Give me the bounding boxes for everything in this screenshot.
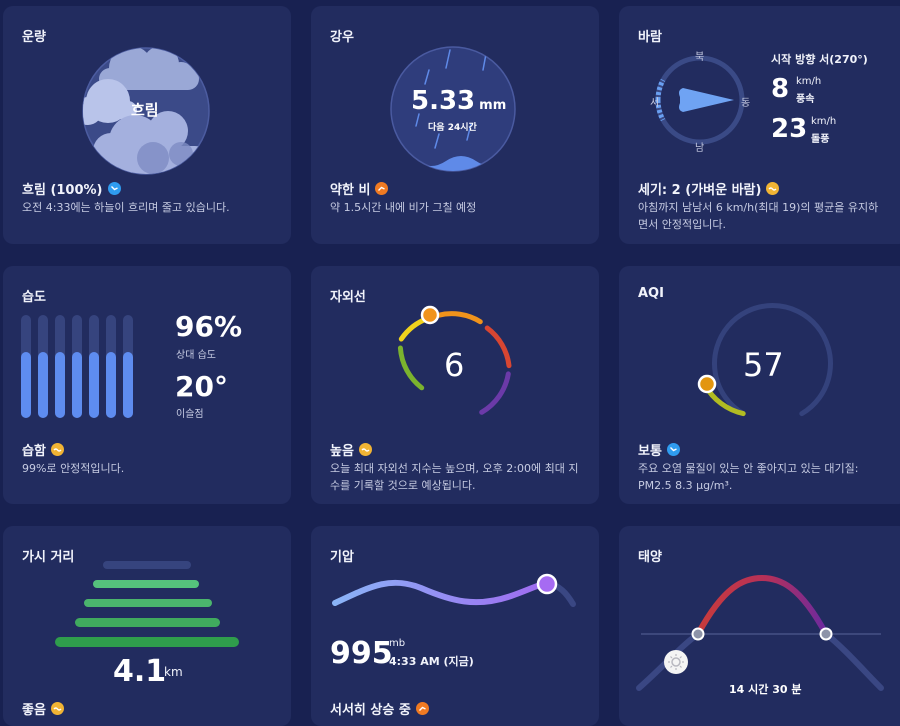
compass-west: 서	[650, 98, 660, 109]
compass-east: 동	[741, 98, 751, 109]
visibility-unit: km	[164, 665, 183, 679]
daylight-duration: 14 시간 30 분	[729, 683, 802, 696]
trend-down-icon	[666, 443, 680, 456]
rain-description: 약 1.5시간 내에 비가 그칠 예정	[330, 201, 477, 214]
sun-icon	[664, 650, 688, 674]
humidity-description: 99%로 안정적입니다.	[22, 462, 125, 475]
pressure-card[interactable]: 기압 995 mb 4:33 AM (지금) 서서히 상승 중	[311, 526, 599, 726]
visibility-bars	[55, 561, 239, 647]
trend-flat-icon	[358, 443, 372, 456]
uv-status-text: 높음	[330, 444, 354, 459]
uv-status: 높음	[330, 440, 372, 459]
wind-gust-value: 23	[771, 114, 808, 144]
dew-point-value: 20°	[175, 370, 228, 403]
wind-speed-label: 풍속	[796, 94, 815, 105]
pressure-value: 995	[330, 636, 393, 671]
rain-amount-value: 5.33	[411, 86, 476, 116]
pressure-status: 서서히 상승 중	[330, 699, 429, 718]
pressure-curve	[332, 573, 576, 607]
wind-speed-value: 8	[771, 74, 790, 104]
visibility-value: 4.1	[113, 654, 167, 689]
wind-speed-unit: km/h	[796, 76, 822, 87]
trend-flat-icon	[50, 702, 64, 715]
aqi-description: 주요 오염 물질이 있는 안 좋아지고 있는 대기질: PM2.5 8.3 µg…	[638, 462, 859, 492]
uv-description: 오늘 최대 자외선 지수는 높으며, 오후 2:00에 최대 지수를 기록할 것…	[330, 462, 579, 492]
rain-period: 다음 24시간	[428, 123, 477, 133]
visibility-status: 좋음	[22, 699, 64, 718]
visibility-card[interactable]: 가시 거리 4.1 km 좋음	[3, 526, 291, 726]
trend-flat-icon	[50, 443, 64, 456]
humidity-value-label: 상대 습도	[176, 350, 216, 361]
humidity-card[interactable]: 습도 96% 상대 습도 20° 이슬점 습함 99%로 안정적입니다.	[3, 266, 291, 504]
wind-description: 아침까지 남남서 6 km/h(최대 19)의 평균을 유지하면서 안정적입니다…	[638, 201, 879, 231]
rain-status: 약한 비	[330, 179, 389, 198]
pressure-time: 4:33 AM (지금)	[389, 655, 474, 668]
wind-gust-label: 돌풍	[811, 134, 830, 145]
cloud-description: 오전 4:33에는 하늘이 흐리며 줄고 있습니다.	[22, 201, 230, 214]
rain-status-text: 약한 비	[330, 183, 371, 198]
pressure-status-text: 서서히 상승 중	[330, 703, 411, 718]
humidity-value: 96%	[175, 310, 243, 343]
rain-amount: 5.33 mm	[411, 86, 506, 116]
wind-gust-unit: km/h	[811, 116, 837, 127]
trend-flat-icon	[766, 182, 780, 195]
rain-card[interactable]: 강우 5.33 mm 다음 24시간 약한 비 약 1.5시간 내에 비가 그칠…	[311, 6, 599, 244]
visibility-status-text: 좋음	[22, 703, 46, 718]
aqi-status-text: 보통	[638, 444, 662, 459]
cloud-status: 흐림 (100%)	[22, 179, 121, 198]
cloud-status-text: 흐림 (100%)	[22, 183, 103, 198]
humidity-status-text: 습함	[22, 444, 46, 459]
sun-card[interactable]: 태양 14 시간 30 분	[619, 526, 900, 726]
pressure-unit: mb	[389, 638, 406, 649]
uv-value: 6	[444, 346, 465, 384]
dew-point-label: 이슬점	[176, 409, 204, 420]
trend-up-icon	[415, 702, 429, 715]
compass-south: 남	[695, 143, 705, 154]
trend-up-icon	[375, 182, 389, 195]
trend-down-icon	[107, 182, 121, 195]
cloud-cover-card[interactable]: 운량 흐림 흐림 (100%) 오전 4:33에는 하늘이 흐리며 줄고 있습니…	[3, 6, 291, 244]
wind-card[interactable]: 바람 북 남 서 동 시작 방향 서(270°) 8 km/h 풍속 23 km…	[619, 6, 900, 244]
wind-status-text: 세기: 2 (가벼운 바람)	[638, 183, 762, 198]
aqi-card[interactable]: AQI 57 보통 주요 오염 물질이 있는 안 좋아지고 있는 대기질: PM…	[619, 266, 900, 504]
cloud-center-label: 흐림	[131, 101, 159, 119]
wind-start-direction: 시작 방향 서(270°)	[771, 53, 868, 66]
aqi-value: 57	[743, 346, 784, 384]
uv-card[interactable]: 자외선 6 높음 오늘 최대 자외선 지수는 높으며, 오후 2:00에 최대 …	[311, 266, 599, 504]
aqi-status: 보통	[638, 440, 680, 459]
wind-status: 세기: 2 (가벼운 바람)	[638, 179, 780, 198]
compass-north: 북	[695, 52, 705, 63]
humidity-status: 습함	[22, 440, 64, 459]
rain-amount-unit: mm	[479, 98, 507, 113]
